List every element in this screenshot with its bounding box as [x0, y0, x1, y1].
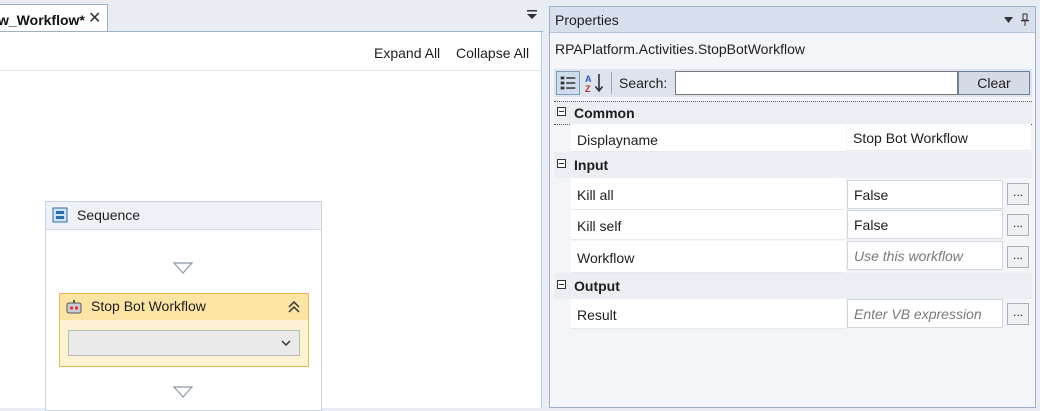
collapse-all-link[interactable]: Collapse All — [456, 45, 529, 61]
property-placeholder-text: Enter VB expression — [854, 306, 982, 322]
document-tab-label: w_Workflow* — [0, 12, 85, 28]
activity-title: Stop Bot Workflow — [91, 298, 206, 314]
collapse-toggle-icon[interactable] — [557, 107, 566, 116]
property-name-text: Workflow — [577, 250, 635, 266]
activity-dropdown[interactable] — [68, 330, 300, 356]
sort-alpha-icon[interactable]: A Z — [583, 71, 607, 95]
clear-button[interactable]: Clear — [958, 71, 1030, 95]
property-grid: Common Displayname Stop Bot Workflow Inp… — [554, 102, 1032, 330]
properties-titlebar: Properties — [550, 7, 1035, 33]
panel-dropdown-icon[interactable] — [1004, 17, 1013, 23]
property-name: Result — [571, 299, 846, 329]
property-name-text: Kill all — [577, 187, 614, 203]
result-input[interactable]: Enter VB expression — [847, 299, 1003, 328]
property-name: Kill self — [571, 210, 846, 240]
property-row-workflow[interactable]: Workflow Use this workflow ... — [554, 241, 1032, 273]
properties-title: Properties — [555, 12, 619, 28]
tab-dropdown-icon[interactable] — [526, 9, 538, 21]
sequence-container[interactable]: Sequence Stop Bot Workflow — [45, 201, 322, 411]
categorized-icon[interactable] — [556, 71, 580, 95]
document-tabstrip: w_Workflow* ✕ — [0, 0, 543, 32]
property-name: Workflow — [571, 241, 846, 273]
property-name-text: Displayname — [577, 132, 658, 148]
property-value-text: False — [854, 187, 889, 203]
properties-panel: Properties RPAPlatform.Activities.StopBo… — [549, 6, 1036, 408]
property-name-text: Result — [577, 307, 617, 323]
sequence-icon — [52, 207, 68, 223]
collapse-icon[interactable] — [287, 300, 301, 314]
svg-text:Z: Z — [585, 84, 591, 94]
property-value-text: False — [854, 217, 889, 233]
drop-arrow-icon[interactable] — [173, 386, 193, 398]
property-row-result[interactable]: Result Enter VB expression ... — [554, 299, 1032, 330]
expand-all-link[interactable]: Expand All — [374, 45, 440, 61]
kill-self-ellipsis-button[interactable]: ... — [1007, 214, 1029, 236]
workflow-ellipsis-button[interactable]: ... — [1007, 246, 1029, 268]
document-tab[interactable]: w_Workflow* ✕ — [0, 4, 108, 31]
category-label: Common — [574, 105, 635, 121]
result-ellipsis-button[interactable]: ... — [1007, 303, 1029, 325]
search-input[interactable] — [675, 71, 958, 95]
search-label: Search: — [619, 75, 668, 91]
category-label: Input — [574, 157, 609, 173]
workflow-input[interactable]: Use this workflow — [847, 241, 1003, 270]
collapse-toggle-icon[interactable] — [557, 280, 566, 289]
category-label: Output — [574, 278, 620, 294]
kill-all-input[interactable]: False — [847, 180, 1003, 209]
category-output[interactable]: Output — [554, 273, 1032, 299]
sequence-header[interactable]: Sequence — [46, 202, 321, 230]
stop-bot-workflow-activity[interactable]: Stop Bot Workflow — [59, 293, 309, 367]
category-input[interactable]: Input — [554, 152, 1032, 178]
workflow-designer: w_Workflow* ✕ Expand All Collapse All Se… — [0, 0, 543, 411]
robot-icon — [66, 300, 82, 314]
canvas-toolbar: Expand All Collapse All — [0, 32, 541, 71]
property-value-text: Stop Bot Workflow — [853, 130, 968, 146]
chevron-down-icon — [281, 340, 291, 347]
kill-all-ellipsis-button[interactable]: ... — [1007, 183, 1029, 205]
property-placeholder-text: Use this workflow — [854, 248, 963, 264]
toolbar-separator — [611, 72, 612, 94]
close-icon[interactable]: ✕ — [88, 8, 101, 28]
activity-header[interactable]: Stop Bot Workflow — [60, 294, 308, 320]
properties-subject: RPAPlatform.Activities.StopBotWorkflow — [555, 41, 806, 57]
property-row-kill-self[interactable]: Kill self False ... — [554, 210, 1032, 241]
sequence-title: Sequence — [77, 207, 141, 223]
pin-icon[interactable] — [1020, 13, 1030, 26]
property-name: Kill all — [571, 178, 846, 210]
displayname-value[interactable]: Stop Bot Workflow — [847, 124, 1031, 151]
property-name: Displayname — [571, 124, 846, 152]
property-row-displayname[interactable]: Displayname Stop Bot Workflow — [554, 124, 1032, 152]
drop-arrow-icon[interactable] — [173, 262, 193, 274]
properties-toolbar: A Z Search: Clear — [554, 69, 1032, 97]
kill-self-input[interactable]: False — [847, 210, 1003, 239]
designer-canvas[interactable]: Expand All Collapse All Sequence Stop Bo… — [0, 32, 542, 411]
property-row-kill-all[interactable]: Kill all False ... — [554, 178, 1032, 210]
collapse-toggle-icon[interactable] — [557, 159, 566, 168]
svg-text:A: A — [585, 74, 592, 84]
category-common[interactable]: Common — [554, 102, 1032, 124]
property-name-text: Kill self — [577, 218, 622, 234]
